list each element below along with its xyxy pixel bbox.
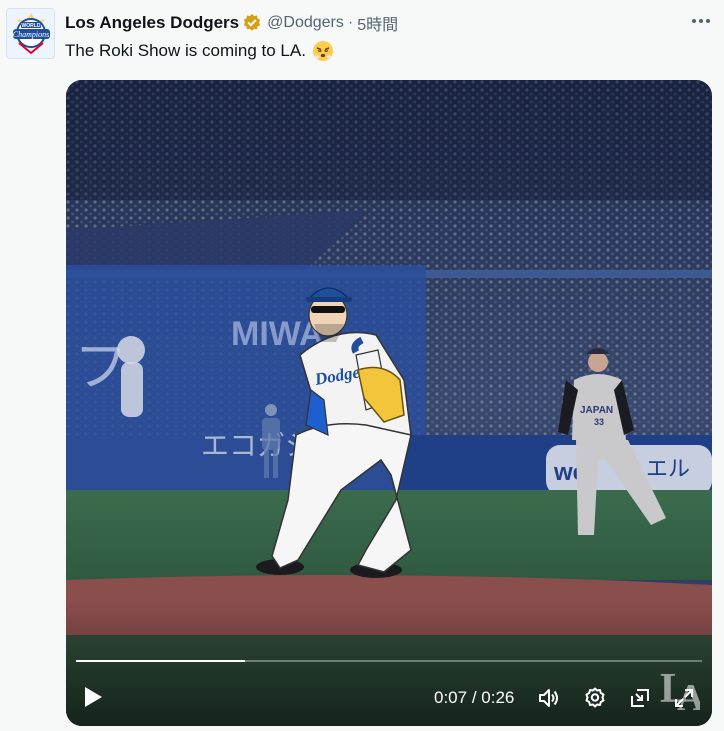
video-time-display: 0:07 / 0:26 xyxy=(434,688,514,708)
video-player[interactable]: MIWA フ エコガシ we エル JAPAN 33 Dodgers 0:07 … xyxy=(66,80,712,726)
picture-in-picture-icon xyxy=(631,689,649,707)
picture-in-picture-button[interactable] xyxy=(627,685,653,711)
video-progress-bar[interactable] xyxy=(76,660,702,662)
fullscreen-icon xyxy=(675,689,693,707)
gear-icon xyxy=(585,687,605,708)
author-handle[interactable]: @Dodgers xyxy=(267,14,344,32)
infielder-jersey-text: JAPAN xyxy=(580,405,613,416)
author-name[interactable]: Los Angeles Dodgers xyxy=(65,13,239,33)
current-time: 0:07 xyxy=(434,688,468,707)
video-progress-fill xyxy=(76,660,246,662)
fullscreen-button[interactable] xyxy=(671,685,697,711)
settings-button[interactable] xyxy=(582,685,608,711)
tweet-text-body: The Roki Show is coming to LA. xyxy=(65,41,306,60)
avatar-champions-text: Champions xyxy=(13,30,49,39)
separator-dot: · xyxy=(347,14,354,31)
play-button[interactable] xyxy=(80,684,106,710)
more-options-icon[interactable] xyxy=(690,10,712,32)
world-champions-logo-icon: WORLD Champions xyxy=(7,9,54,58)
steaming-face-emoji-icon xyxy=(312,40,334,62)
video-frame: MIWA フ エコガシ we エル JAPAN 33 Dodgers xyxy=(66,80,712,726)
avatar[interactable]: WORLD Champions xyxy=(6,8,55,59)
tweet-text: The Roki Show is coming to LA. xyxy=(65,40,334,62)
duration: 0:26 xyxy=(481,688,515,707)
tweet-header: Los Angeles Dodgers @Dodgers · 5時間 xyxy=(65,12,398,34)
volume-button[interactable] xyxy=(536,685,562,711)
avatar-world-text: WORLD xyxy=(22,23,41,29)
play-icon xyxy=(85,687,102,707)
volume-icon xyxy=(539,689,558,707)
time-separator: / xyxy=(467,688,482,707)
infielder-number-text: 33 xyxy=(594,417,604,427)
wall-sponsor-text-right: エル xyxy=(646,457,690,482)
verified-badge-icon xyxy=(242,13,262,33)
tweet[interactable]: WORLD Champions Los Angeles Dodgers @Dod… xyxy=(0,0,724,731)
timestamp[interactable]: 5時間 xyxy=(357,11,398,35)
